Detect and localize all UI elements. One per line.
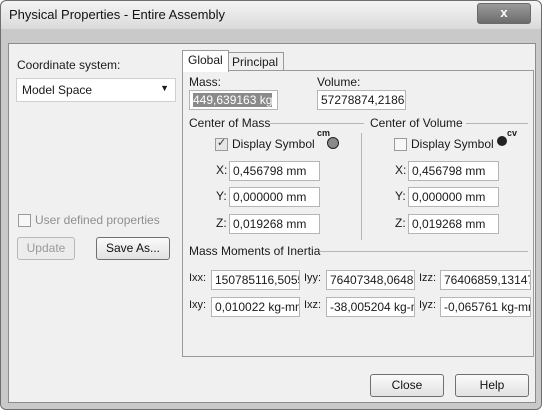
inertia-label: Mass Moments of Inertia — [189, 244, 321, 258]
izz-label: Izz: — [419, 272, 437, 284]
window-close-button[interactable]: x — [477, 3, 531, 24]
physical-properties-dialog: Physical Properties - Entire Assembly x … — [0, 0, 542, 410]
cov-z-label: Z: — [395, 216, 406, 230]
com-x-label: X: — [216, 163, 228, 177]
global-tab-panel: Mass: 449,639163 kg Volume: 57278874,218… — [182, 70, 534, 357]
cm-dot-icon — [327, 137, 339, 149]
center-of-volume-label: Center of Volume — [370, 116, 463, 130]
dialog-body: Coordinate system: Model Space ▼ User de… — [8, 43, 536, 403]
save-as-button[interactable]: Save As... — [96, 237, 170, 260]
iyy-field[interactable]: 76407348,06487 — [326, 270, 415, 290]
divider — [361, 133, 362, 240]
cov-x-field[interactable]: 0,456798 mm — [408, 161, 499, 181]
cov-display-symbol-checkbox[interactable] — [394, 138, 407, 151]
cm-symbol-text: cm — [317, 128, 331, 138]
user-defined-properties-label: User defined properties — [35, 213, 160, 227]
cov-y-label: Y: — [395, 189, 406, 203]
cov-y-field[interactable]: 0,000000 mm — [408, 187, 499, 207]
com-z-field[interactable]: 0,019268 mm — [229, 214, 320, 234]
iyz-label: Iyz: — [419, 299, 437, 311]
com-z-label: Z: — [216, 216, 227, 230]
com-x-field[interactable]: 0,456798 mm — [229, 161, 320, 181]
divider — [466, 123, 528, 124]
coordinate-system-label: Coordinate system: — [17, 58, 121, 72]
cv-dot-icon — [497, 136, 507, 146]
iyy-label: Iyy: — [304, 272, 322, 284]
com-y-field[interactable]: 0,000000 mm — [229, 187, 320, 207]
help-button[interactable]: Help — [455, 374, 529, 397]
coordinate-system-dropdown[interactable]: Model Space ▼ — [16, 78, 176, 102]
coordinate-system-value: Model Space — [22, 83, 93, 97]
volume-field[interactable]: 57278874,218688 — [317, 90, 406, 110]
ixz-label: Ixz: — [304, 299, 322, 311]
ixz-field[interactable]: -38,005204 kg-m — [326, 297, 415, 317]
center-of-volume-symbol-icon: cv — [497, 128, 527, 150]
iyz-field[interactable]: -0,065761 kg-mm — [440, 297, 531, 317]
checkmark-icon: ✓ — [217, 137, 227, 149]
update-button[interactable]: Update — [17, 237, 75, 260]
divider — [319, 251, 528, 252]
ixx-field[interactable]: 150785116,5055 — [211, 270, 300, 290]
title-bar[interactable]: Physical Properties - Entire Assembly x — [1, 1, 541, 29]
ixx-label: Ixx: — [189, 272, 207, 284]
izz-field[interactable]: 76406859,13147 — [440, 270, 531, 290]
com-y-label: Y: — [216, 189, 227, 203]
mass-label: Mass: — [189, 75, 222, 89]
chevron-down-icon: ▼ — [160, 83, 169, 93]
mass-field[interactable]: 449,639163 kg — [189, 90, 278, 110]
cov-x-label: X: — [395, 163, 407, 177]
ixy-field[interactable]: 0,010022 kg-mm — [211, 297, 300, 317]
center-of-mass-label: Center of Mass — [189, 116, 271, 130]
center-of-mass-symbol-icon: cm — [317, 128, 339, 150]
com-display-symbol-checkbox[interactable]: ✓ — [215, 137, 228, 151]
cv-symbol-text: cv — [507, 128, 518, 138]
ixy-label: Ixy: — [189, 299, 207, 311]
divider — [270, 123, 364, 124]
tab-global[interactable]: Global — [182, 50, 229, 72]
com-display-symbol-label: Display Symbol — [232, 137, 315, 151]
cov-z-field[interactable]: 0,019268 mm — [408, 214, 499, 234]
volume-label: Volume: — [317, 75, 361, 89]
mass-value: 449,639163 kg — [193, 93, 273, 107]
user-defined-properties-checkbox[interactable] — [18, 214, 31, 227]
tab-principal[interactable]: Principal — [226, 52, 285, 71]
window-title: Physical Properties - Entire Assembly — [9, 7, 226, 22]
cov-display-symbol-label: Display Symbol — [411, 137, 494, 151]
close-button[interactable]: Close — [370, 374, 444, 397]
